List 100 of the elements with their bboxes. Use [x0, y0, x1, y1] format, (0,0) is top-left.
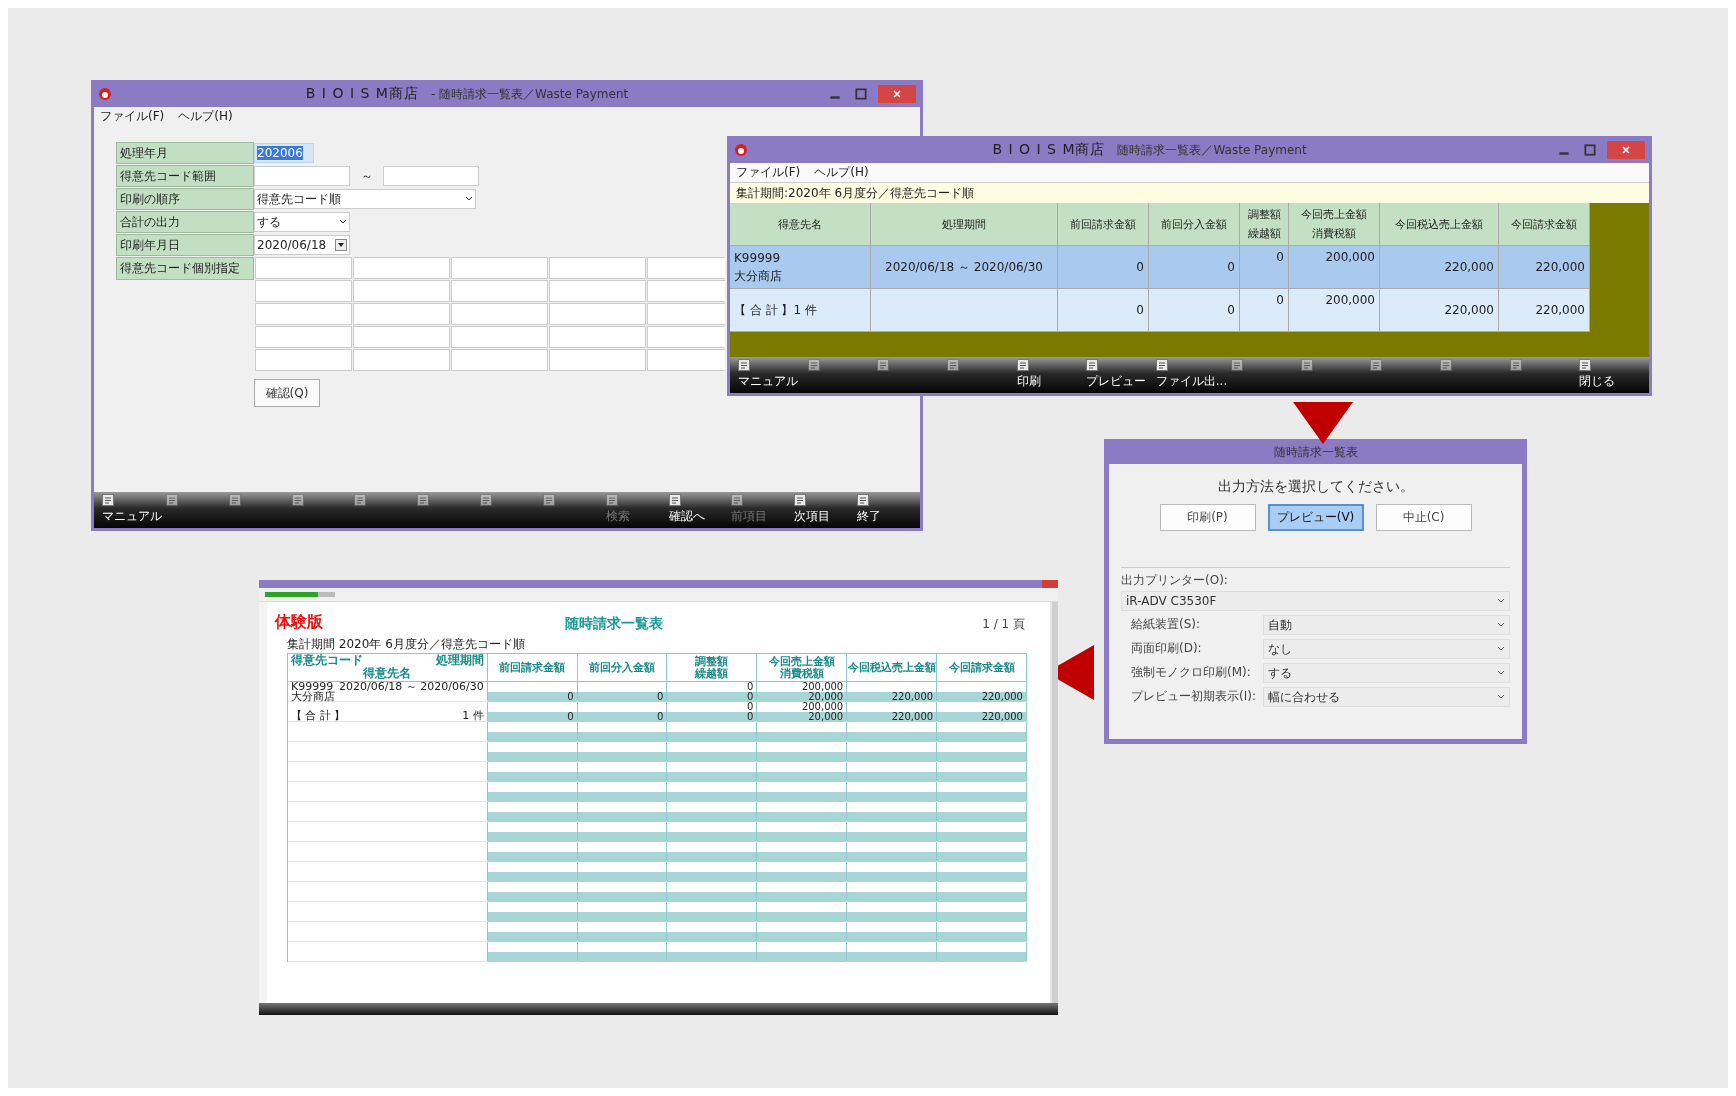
toolbar-button[interactable]: 印刷: [1012, 359, 1083, 391]
column-header: 前回分入金額: [577, 654, 668, 681]
maximize-icon[interactable]: [1583, 142, 1597, 157]
input-field[interactable]: [647, 303, 725, 325]
input-field[interactable]: [549, 257, 646, 279]
chevron-icon: [1497, 622, 1505, 628]
table-cell: 0: [577, 692, 667, 702]
input-field[interactable]: [451, 326, 548, 348]
toolbar-button[interactable]: 終了: [853, 494, 916, 526]
input-field[interactable]: [255, 280, 352, 302]
table-row[interactable]: 【 合 計 】1 件 0 0 0 200,000 220,000 220,000: [730, 289, 1590, 332]
dialog-title: 随時請求一覧表: [1273, 445, 1358, 459]
table-row[interactable]: K99999 大分商店 2020/06/18 ～ 2020/06/30 0 0 0 200,000 220,000 220,000: [730, 246, 1590, 289]
input-field[interactable]: [549, 349, 646, 371]
page-icon: [731, 494, 744, 506]
input-field[interactable]: [353, 349, 450, 371]
input-field[interactable]: [353, 326, 450, 348]
field-label: 印刷の順序: [116, 188, 254, 210]
menu-item[interactable]: ファイル(F): [736, 164, 801, 181]
menu-item[interactable]: ファイル(F): [100, 108, 165, 125]
dialog-button[interactable]: 印刷(P): [1159, 504, 1256, 531]
field-label: 印刷年月日: [116, 234, 254, 256]
toolbar-button[interactable]: 確認へ: [664, 494, 728, 526]
confirm-button[interactable]: 確認(Q): [254, 379, 320, 407]
page-icon: [605, 494, 618, 506]
input-field[interactable]: [451, 303, 548, 325]
page-icon: [102, 494, 114, 506]
window-subtitle: 随時請求一覧表／Waste Payment: [1117, 142, 1307, 157]
close-button[interactable]: [878, 84, 916, 103]
input-field[interactable]: [451, 349, 548, 371]
input-field[interactable]: [255, 303, 352, 325]
toolbar-button[interactable]: 次項目: [790, 494, 854, 526]
field-label: 得意先コード範囲: [116, 165, 254, 187]
input-field[interactable]: [451, 257, 548, 279]
page-icon: [877, 359, 890, 371]
page-icon: [1231, 359, 1244, 371]
chevron-icon: [1497, 598, 1505, 604]
option-label: プレビュー初期表示(I):: [1131, 687, 1257, 705]
page-icon: [166, 494, 178, 506]
page-icon: [668, 494, 681, 506]
report-summary: 集計期間 2020年 6月度分／得意先コード順: [287, 636, 526, 653]
input-field[interactable]: [451, 280, 548, 302]
toolbar-button[interactable]: ファイル出...: [1151, 359, 1228, 391]
summary-bar: 集計期間:2020年 6月度分／得意先コード順: [730, 182, 1649, 203]
input-field[interactable]: [647, 349, 725, 371]
menu-item[interactable]: ヘルプ(H): [814, 164, 869, 181]
toolbar-button[interactable]: プレビュー: [1082, 359, 1152, 391]
input-field[interactable]: [353, 257, 450, 279]
table-cell: 0: [487, 712, 577, 722]
option-dropdown[interactable]: 幅に合わせる: [1263, 687, 1510, 707]
dropdown[interactable]: する: [254, 212, 350, 232]
window-title: B I O I S M商店: [992, 140, 1106, 157]
table-cell: 2020/06/18 ～ 2020/06/30: [338, 682, 484, 692]
input-field[interactable]: [549, 303, 646, 325]
date-field[interactable]: 2020/06/18: [254, 235, 350, 255]
close-button[interactable]: [1607, 140, 1645, 159]
dropdown[interactable]: 得意先コード順: [254, 189, 476, 209]
input-field[interactable]: [549, 280, 646, 302]
toolbar-button[interactable]: マニュアル: [734, 359, 804, 391]
page-icon: [738, 359, 750, 371]
column-header: 今回請求金額: [937, 654, 1027, 681]
input-field[interactable]: [647, 280, 725, 302]
table-cell-text: 0: [1276, 292, 1284, 309]
table-cell-text: 0: [1276, 249, 1284, 266]
table-cell-text: 220,000: [1535, 259, 1585, 276]
input-field[interactable]: [647, 257, 725, 279]
page-icon: [417, 494, 430, 506]
option-dropdown[interactable]: なし: [1263, 639, 1510, 659]
maximize-icon[interactable]: [854, 86, 868, 101]
input-field[interactable]: [255, 326, 352, 348]
table-cell-text: 【 合 計 】1 件: [734, 302, 817, 319]
printer-dropdown[interactable]: iR-ADV C3530F: [1121, 591, 1510, 611]
option-dropdown[interactable]: 自動: [1263, 615, 1510, 635]
column-header: 得意先名: [363, 667, 412, 680]
input-field[interactable]: [647, 326, 725, 348]
page-icon: [1300, 359, 1313, 371]
input-field[interactable]: [255, 349, 352, 371]
table-cell: 0: [487, 692, 577, 702]
dialog-button[interactable]: プレビュー(V): [1267, 504, 1364, 531]
input-field[interactable]: [254, 166, 350, 186]
input-field[interactable]: [255, 257, 352, 279]
table-cell: 220,000: [937, 692, 1026, 702]
page-icon: [794, 494, 807, 506]
input-field[interactable]: [383, 166, 479, 186]
app-icon: [98, 86, 112, 101]
input-field[interactable]: [353, 303, 450, 325]
page-icon: [1155, 359, 1168, 371]
scrollbar[interactable]: [1050, 602, 1058, 1003]
input-field[interactable]: [549, 326, 646, 348]
report-title: 随時請求一覧表: [565, 615, 664, 633]
toolbar-button[interactable]: マニュアル: [98, 494, 162, 526]
chevron-icon: [1497, 694, 1505, 700]
option-dropdown[interactable]: する: [1263, 663, 1510, 683]
window-title: B I O I S M商店: [305, 84, 419, 101]
menu-item[interactable]: ヘルプ(H): [178, 108, 233, 125]
input-field[interactable]: [353, 280, 450, 302]
toolbar-button[interactable]: 閉じる: [1575, 359, 1645, 391]
dialog-button[interactable]: 中止(C): [1375, 504, 1472, 531]
column-header: 調整額 繰越額: [1240, 203, 1289, 246]
input-field[interactable]: 202006: [254, 143, 314, 163]
